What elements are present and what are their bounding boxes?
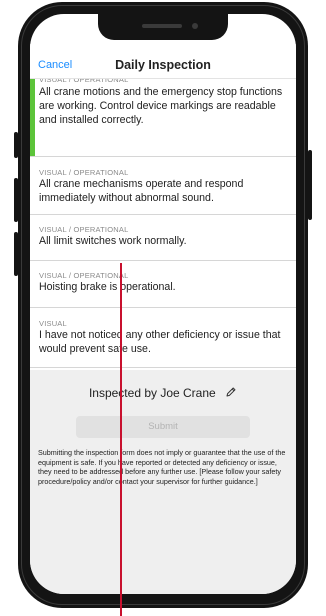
nav-header: Cancel Daily Inspection xyxy=(30,44,296,79)
inspector-row[interactable]: Inspected by Joe Crane xyxy=(30,386,296,401)
power-button xyxy=(308,150,312,220)
speaker xyxy=(142,24,182,28)
annotation-line xyxy=(120,263,122,616)
disclaimer-text: Submitting the inspection form does not … xyxy=(38,448,286,487)
item-category: VISUAL / OPERATIONAL xyxy=(39,168,129,177)
item-text: Hoisting brake is operational. xyxy=(39,281,176,293)
checklist-item[interactable]: VISUAL / OPERATIONAL Hoisting brake is o… xyxy=(30,261,296,308)
phone-screen: Cancel Daily Inspection VISUAL / OPERATI… xyxy=(30,14,296,594)
submit-panel: Inspected by Joe Crane Submit Submitting… xyxy=(30,370,296,594)
checklist-item[interactable]: VISUAL / OPERATIONAL All limit switches … xyxy=(30,215,296,261)
camera xyxy=(192,23,198,29)
item-category: VISUAL / OPERATIONAL xyxy=(39,225,129,234)
checklist-item[interactable]: VISUAL / OPERATIONAL All crane motions a… xyxy=(30,75,296,157)
item-text: I have not noticed any other deficiency … xyxy=(39,329,281,355)
checklist-item[interactable]: VISUAL I have not noticed any other defi… xyxy=(30,308,296,368)
checklist: VISUAL / OPERATIONAL All crane motions a… xyxy=(30,75,296,368)
phone-notch xyxy=(98,14,228,40)
item-text: All crane motions and the emergency stop… xyxy=(39,86,283,126)
inspected-by-label: Inspected by Joe Crane xyxy=(88,386,216,400)
item-category: VISUAL xyxy=(39,319,67,328)
checklist-item[interactable]: VISUAL / OPERATIONAL All crane mechanism… xyxy=(30,157,296,215)
item-category: VISUAL / OPERATIONAL xyxy=(39,271,129,280)
item-text: All limit switches work normally. xyxy=(39,235,187,247)
status-indicator xyxy=(30,75,35,156)
submit-button[interactable]: Submit xyxy=(76,416,250,438)
page-title: Daily Inspection xyxy=(115,58,211,72)
pencil-icon[interactable] xyxy=(225,386,237,401)
item-text: All crane mechanisms operate and respond… xyxy=(39,178,244,204)
